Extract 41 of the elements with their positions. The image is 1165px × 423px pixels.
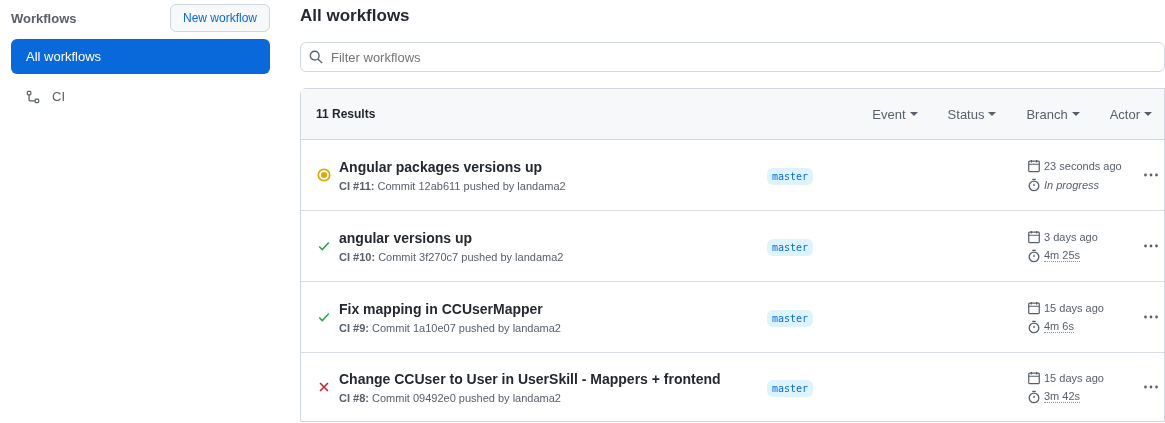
search-icon [309,50,323,64]
calendar-icon [1027,158,1041,173]
sidebar-title: Workflows [11,10,77,26]
run-description: CI #8: Commit 09492e0 pushed by landama2 [339,391,562,404]
run-title-link[interactable]: Angular packages versions up [339,158,767,175]
workflow-icon [26,89,40,104]
filter-dropdown[interactable]: Status [935,106,1009,122]
filter-dropdown[interactable]: Event [860,106,930,122]
branch-label[interactable]: master [767,167,814,185]
stopwatch-icon [1027,177,1041,192]
sidebar-item[interactable]: All workflows [11,39,270,74]
run-time: 23 seconds ago [1044,159,1122,172]
run-duration: 4m 25s [1044,249,1081,262]
calendar-icon [1027,370,1041,385]
run-description: CI #10: Commit 3f270c7 pushed by landama2 [339,250,565,263]
run-duration: 4m 6s [1044,320,1074,333]
page-title: All workflows [300,6,411,26]
calendar-icon [1027,300,1041,315]
run-title-link[interactable]: angular versions up [339,229,767,246]
stopwatch-icon [1027,319,1041,334]
run-description: CI #11: Commit 12ab611 pushed by landama2 [339,179,567,192]
run-description: CI #9: Commit 1a10e07 pushed by landama2 [339,321,562,334]
branch-label[interactable]: master [767,309,814,327]
branch-label[interactable]: master [767,238,814,256]
run-title-link[interactable]: Fix mapping in CCUserMapper [339,300,767,317]
calendar-icon [1027,229,1041,244]
sidebar-item[interactable]: CI [11,79,270,114]
stopwatch-icon [1027,248,1041,263]
branch-label[interactable]: master [767,379,814,397]
run-time: 15 days ago [1044,301,1104,314]
run-duration: In progress [1044,178,1100,191]
new-workflow-button[interactable]: New workflow [170,4,270,32]
results-count: 11 Results [316,107,376,121]
run-time: 15 days ago [1044,371,1104,384]
filter-dropdown[interactable]: Branch [1014,106,1092,122]
stopwatch-icon [1027,389,1041,404]
search-field[interactable]: Filter workflows [300,42,1165,72]
run-duration: 3m 42s [1044,390,1081,403]
run-time: 3 days ago [1044,230,1098,243]
filter-dropdown[interactable]: Actor [1097,106,1164,122]
run-title-link[interactable]: Change CCUser to User in UserSkill - Mappers + frontend [339,370,767,387]
